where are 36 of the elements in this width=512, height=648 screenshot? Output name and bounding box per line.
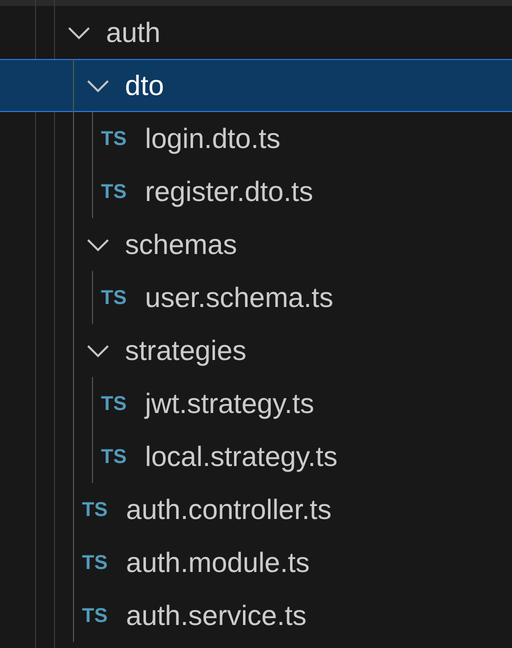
typescript-icon: TS — [101, 288, 132, 308]
file-row[interactable]: TS auth.controller.ts — [0, 483, 512, 536]
typescript-icon: TS — [82, 500, 113, 520]
file-name: auth.service.ts — [126, 602, 307, 630]
file-row[interactable]: TS user.schema.ts — [0, 271, 512, 324]
typescript-icon: TS — [101, 128, 132, 148]
chevron-icon[interactable] — [87, 238, 109, 252]
folder-name: auth — [106, 18, 160, 46]
file-row[interactable]: TS local.strategy.ts — [0, 430, 512, 483]
folder-row[interactable]: schemas — [0, 218, 512, 271]
folder-row[interactable]: auth — [0, 6, 512, 59]
file-row[interactable]: TS auth.module.ts — [0, 536, 512, 589]
file-name: register.dto.ts — [145, 178, 314, 206]
typescript-icon: TS — [101, 394, 132, 414]
folder-row[interactable]: strategies — [0, 324, 512, 377]
file-name: login.dto.ts — [145, 124, 280, 152]
folder-name: schemas — [125, 230, 238, 258]
file-row[interactable]: TS register.dto.ts — [0, 165, 512, 218]
file-name: local.strategy.ts — [145, 442, 338, 470]
file-name: user.schema.ts — [145, 284, 334, 312]
typescript-icon: TS — [82, 606, 113, 626]
folder-name: dto — [125, 72, 164, 100]
chevron-icon[interactable] — [87, 78, 109, 92]
chevron-icon[interactable] — [87, 344, 109, 358]
typescript-icon: TS — [101, 446, 132, 466]
typescript-icon: TS — [82, 552, 113, 572]
file-name: auth.module.ts — [126, 548, 310, 576]
file-row[interactable]: TS login.dto.ts — [0, 112, 512, 165]
typescript-icon: TS — [101, 182, 132, 202]
folder-name: strategies — [125, 336, 246, 364]
file-row[interactable]: TS auth.service.ts — [0, 589, 512, 642]
folder-row[interactable]: dto — [0, 59, 512, 112]
file-name: jwt.strategy.ts — [145, 390, 314, 418]
chevron-icon[interactable] — [68, 26, 90, 40]
file-name: auth.controller.ts — [126, 496, 332, 524]
file-row[interactable]: TS jwt.strategy.ts — [0, 377, 512, 430]
